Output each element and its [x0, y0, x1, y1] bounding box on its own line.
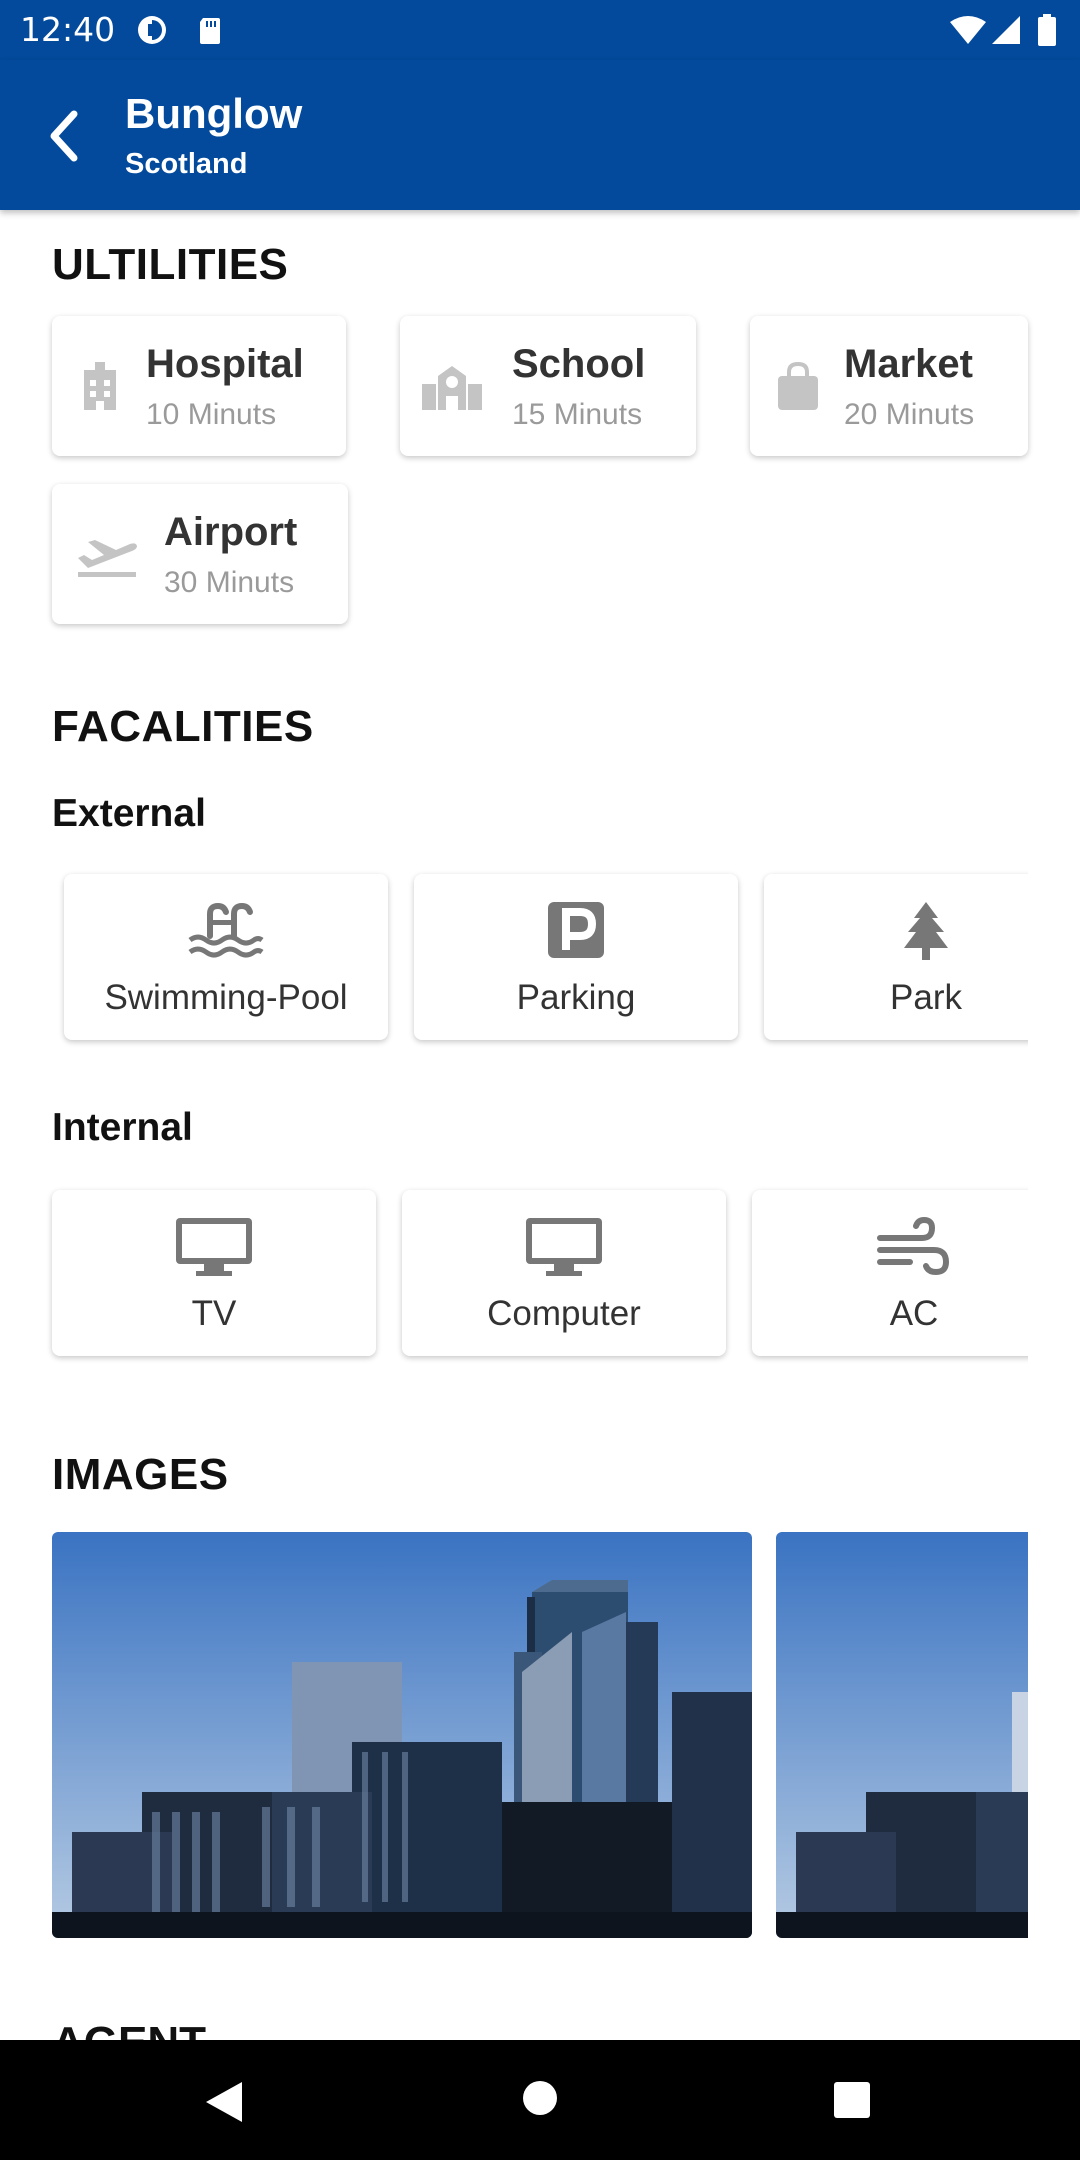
internal-facilities-row[interactable]: TV Computer AC [0, 1184, 1028, 1370]
utility-card-hospital[interactable]: Hospital 10 Minuts [52, 316, 346, 456]
status-time: 12:40 [20, 10, 116, 49]
property-image[interactable] [776, 1532, 1028, 1938]
facility-card-parking[interactable]: Parking [414, 874, 738, 1040]
external-heading: External [52, 792, 206, 835]
wind-icon [877, 1216, 950, 1276]
status-bar: 12:40 [0, 0, 1080, 60]
facility-card-computer[interactable]: Computer [402, 1190, 726, 1356]
shopping-bag-icon [778, 361, 818, 410]
internal-heading: Internal [52, 1106, 193, 1149]
utility-time: 15 Minuts [512, 398, 643, 431]
utility-time: 10 Minuts [146, 398, 277, 431]
city-skyline-image [52, 1532, 752, 1938]
utility-name: Airport [164, 510, 298, 554]
utility-name: Hospital [146, 342, 304, 386]
facility-name: Park [890, 978, 962, 1017]
page-subtitle: Scotland [125, 148, 248, 180]
utility-time: 20 Minuts [844, 398, 975, 431]
facility-card-tv[interactable]: TV [52, 1190, 376, 1356]
images-heading: IMAGES [52, 1450, 229, 1499]
sd-card-icon [200, 18, 220, 44]
utility-time: 30 Minuts [164, 566, 295, 599]
battery-icon [1038, 14, 1056, 46]
data-saver-icon [138, 16, 166, 44]
utility-card-school[interactable]: School 15 Minuts [400, 316, 696, 456]
monitor-icon [176, 1218, 252, 1276]
nav-home-icon[interactable] [522, 2080, 558, 2116]
parking-icon [548, 902, 604, 958]
external-facilities-row[interactable]: Swimming-Pool Parking Park [0, 868, 1028, 1054]
facilities-heading: FACALITIES [52, 702, 314, 751]
plane-takeoff-icon [78, 540, 137, 577]
utility-card-airport[interactable]: Airport 30 Minuts [52, 484, 348, 624]
nav-recents-icon[interactable] [834, 2082, 870, 2118]
pool-icon [188, 902, 264, 958]
facility-card-swimming-pool[interactable]: Swimming-Pool [64, 874, 388, 1040]
facility-name: Swimming-Pool [104, 978, 348, 1017]
city-skyline-image [776, 1532, 1028, 1938]
system-nav-bar [0, 2040, 1080, 2160]
hospital-icon [84, 362, 116, 410]
monitor-icon [526, 1218, 602, 1276]
facility-name: TV [191, 1294, 237, 1333]
images-row[interactable] [0, 1532, 1028, 1938]
facility-name: Computer [487, 1294, 641, 1333]
utility-card-market[interactable]: Market 20 Minuts [750, 316, 1028, 456]
property-image[interactable] [52, 1532, 752, 1938]
page-title: Bunglow [125, 90, 303, 137]
school-icon [422, 366, 482, 410]
wifi-icon [950, 16, 986, 44]
facility-name: AC [889, 1294, 939, 1333]
utility-name: Market [844, 342, 973, 386]
signal-icon [992, 16, 1020, 44]
utilities-heading: ULTILITIES [52, 240, 289, 289]
utility-name: School [512, 342, 646, 386]
back-arrow-icon[interactable] [44, 108, 84, 164]
facility-card-park[interactable]: Park [764, 874, 1028, 1040]
nav-back-icon[interactable] [204, 2080, 244, 2124]
app-bar: Bunglow Scotland [0, 60, 1080, 210]
facility-card-ac[interactable]: AC [752, 1190, 1028, 1356]
facility-name: Parking [516, 978, 636, 1017]
tree-icon [904, 902, 948, 960]
